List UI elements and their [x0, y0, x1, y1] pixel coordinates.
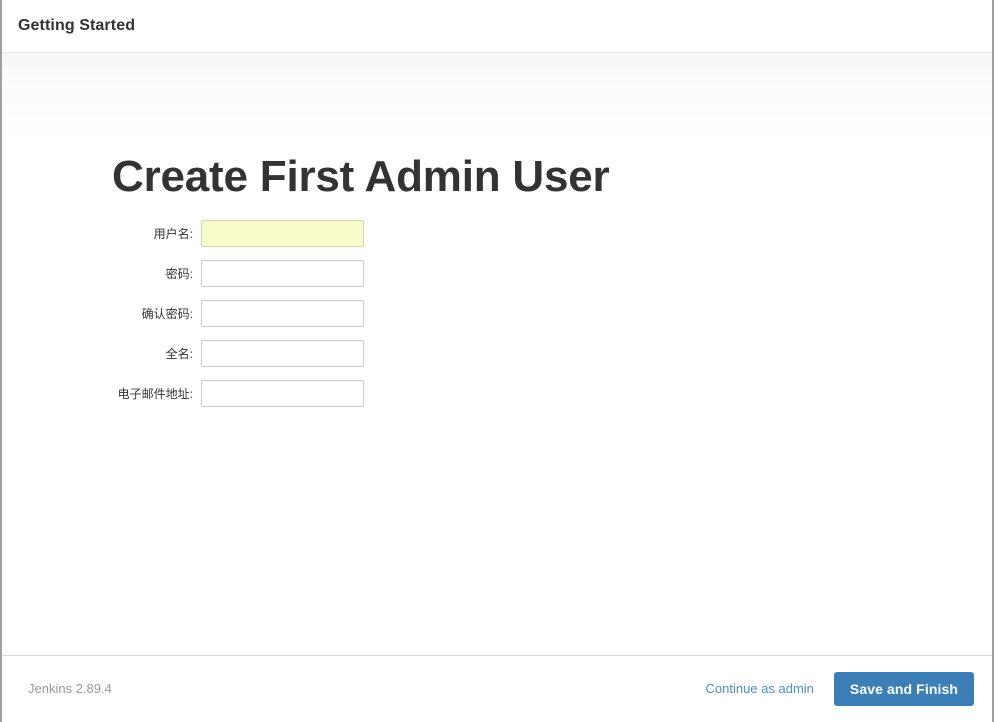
label-fullname: 全名:: [165, 347, 193, 361]
content-area: Create First Admin User 用户名: 密码: 确认密码: 全名: 电…: [2, 53, 992, 655]
password-input[interactable]: [201, 260, 364, 287]
label-username: 用户名:: [153, 227, 193, 241]
continue-as-admin-link[interactable]: Continue as admin: [706, 681, 814, 697]
page-title: Getting Started: [18, 17, 136, 34]
username-input[interactable]: [201, 220, 364, 247]
label-email: 电子邮件地址:: [117, 387, 193, 401]
page-header: Getting Started: [2, 0, 992, 53]
email-input[interactable]: [201, 380, 364, 407]
create-admin-user-heading: Create First Admin User: [112, 152, 610, 201]
jenkins-version-label: Jenkins 2.89.4: [28, 681, 112, 696]
label-password: 密码:: [165, 267, 193, 281]
page-footer: Jenkins 2.89.4 Continue as admin Save an…: [2, 655, 992, 722]
fullname-input[interactable]: [201, 340, 364, 367]
setup-wizard-window: Getting Started Create First Admin User …: [0, 0, 994, 722]
save-and-finish-button[interactable]: Save and Finish: [833, 672, 974, 706]
footer-actions: Continue as admin Save and Finish: [706, 672, 974, 706]
confirm-password-input[interactable]: [201, 300, 364, 327]
label-confirm-password: 确认密码:: [141, 307, 193, 321]
